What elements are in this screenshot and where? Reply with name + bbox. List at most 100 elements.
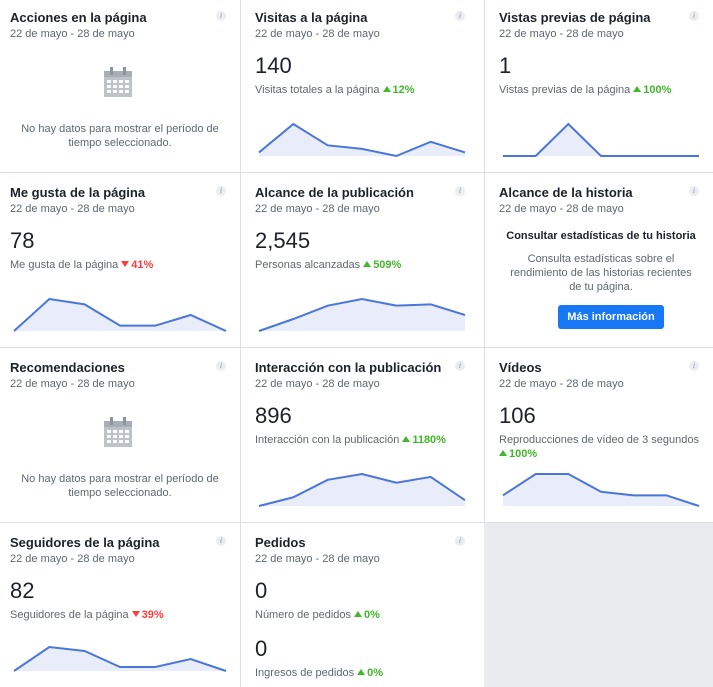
- no-data-message: No hay datos para mostrar el período de …: [0, 472, 240, 500]
- card-title: Pedidos: [255, 535, 306, 550]
- card-seguidores[interactable]: Seguidores de la página 22 de mayo - 28 …: [0, 525, 240, 687]
- sparkline-area: [503, 124, 699, 156]
- grid-divider: [484, 0, 485, 522]
- card-date: 22 de mayo - 28 de mayo: [10, 378, 135, 390]
- metric-label-text: Ingresos de pedidos: [255, 667, 355, 679]
- card-alcance-publicacion[interactable]: Alcance de la publicación 22 de mayo - 2…: [245, 175, 479, 347]
- card-interaccion[interactable]: Interacción con la publicación 22 de may…: [245, 350, 479, 522]
- card-title: Seguidores de la página: [10, 535, 160, 550]
- sparkline: [503, 122, 699, 157]
- sparkline: [258, 472, 466, 507]
- card-title: Me gusta de la página: [10, 185, 146, 200]
- card-date: 22 de mayo - 28 de mayo: [10, 28, 135, 40]
- orders-count-label: Número de pedidos 0%: [255, 609, 380, 621]
- card-acciones[interactable]: Acciones en la página 22 de mayo - 28 de…: [0, 0, 240, 172]
- grid-divider: [0, 347, 713, 348]
- card-vistas-previas[interactable]: Vistas previas de página 22 de mayo - 28…: [489, 0, 713, 172]
- metric-label-text: Número de pedidos: [255, 609, 352, 621]
- metric-label-text: Visitas totales a la página: [255, 84, 380, 96]
- info-icon[interactable]: i: [689, 11, 699, 21]
- card-date: 22 de mayo - 28 de mayo: [255, 378, 380, 390]
- card-title: Recomendaciones: [10, 360, 125, 375]
- metric-change: 100%: [509, 448, 538, 460]
- metric-change: 41%: [131, 259, 154, 271]
- metric-label: Seguidores de la página 39%: [10, 609, 164, 621]
- metric-change: 509%: [373, 259, 402, 271]
- metric-change: 0%: [364, 609, 380, 621]
- trend-down-icon: [121, 261, 130, 267]
- info-icon[interactable]: i: [689, 186, 699, 196]
- sparkline-area: [503, 474, 699, 506]
- trend-up-icon: [354, 611, 363, 617]
- calendar-icon: [104, 67, 132, 97]
- orders-revenue-label: Ingresos de pedidos 0%: [255, 667, 383, 679]
- card-date: 22 de mayo - 28 de mayo: [499, 378, 624, 390]
- metric-label: Interacción con la publicación 1180%: [255, 434, 446, 446]
- card-title: Alcance de la historia: [499, 185, 633, 200]
- metric-change: 1180%: [412, 434, 446, 446]
- orders-revenue-value: 0: [255, 636, 268, 661]
- sparkline: [258, 122, 466, 158]
- metric-label: Me gusta de la página 41%: [10, 259, 153, 271]
- info-icon[interactable]: i: [455, 11, 465, 21]
- sparkline-area: [259, 299, 465, 331]
- metric-change-row: 100%: [499, 448, 537, 460]
- card-date: 22 de mayo - 28 de mayo: [10, 553, 135, 565]
- trend-up-icon: [402, 436, 411, 442]
- trend-up-icon: [363, 261, 372, 267]
- info-icon[interactable]: i: [455, 361, 465, 371]
- trend-up-icon: [382, 86, 391, 92]
- metric-value: 106: [499, 403, 536, 428]
- no-data-line-2: tiempo seleccionado.: [68, 137, 172, 149]
- card-date: 22 de mayo - 28 de mayo: [255, 28, 380, 40]
- metric-value: 82: [10, 578, 35, 603]
- metric-label: Personas alcanzadas 509%: [255, 259, 401, 271]
- grid-divider: [0, 522, 713, 523]
- card-videos[interactable]: Vídeos 22 de mayo - 28 de mayo i 106 Rep…: [489, 350, 713, 522]
- card-pedidos[interactable]: Pedidos 22 de mayo - 28 de mayo i 0 Núme…: [245, 525, 479, 687]
- card-recomendaciones[interactable]: Recomendaciones 22 de mayo - 28 de mayo …: [0, 350, 240, 522]
- info-icon[interactable]: i: [689, 361, 699, 371]
- metric-change: 0%: [367, 667, 383, 679]
- calendar-icon: [104, 417, 132, 447]
- metric-value: 2,545: [255, 228, 311, 253]
- more-info-button[interactable]: Más información: [558, 305, 664, 329]
- metric-label-text: Seguidores de la página: [10, 609, 129, 621]
- grid-divider: [240, 0, 241, 687]
- info-icon[interactable]: i: [216, 361, 226, 371]
- sparkline: [502, 473, 700, 507]
- no-data-line-1: No hay datos para mostrar el período de: [21, 123, 219, 135]
- metric-change: 39%: [141, 609, 164, 621]
- card-alcance-historia[interactable]: Alcance de la historia 22 de mayo - 28 d…: [489, 175, 713, 347]
- story-heading: Consultar estadísticas de tu historia: [506, 230, 696, 242]
- metric-label: Visitas totales a la página 12%: [255, 84, 415, 96]
- card-date: 22 de mayo - 28 de mayo: [499, 203, 624, 215]
- card-title: Vistas previas de página: [499, 10, 651, 25]
- sparkline: [258, 297, 466, 332]
- sparkline: [13, 297, 227, 332]
- no-data-line-1: No hay datos para mostrar el período de: [21, 473, 219, 485]
- info-icon[interactable]: i: [216, 536, 226, 546]
- sparkline: [13, 645, 227, 672]
- metric-label: Vistas previas de la página 100%: [499, 84, 671, 96]
- trend-down-icon: [131, 611, 140, 617]
- insights-grid: Acciones en la página 22 de mayo - 28 de…: [0, 0, 713, 687]
- info-icon[interactable]: i: [455, 536, 465, 546]
- card-date: 22 de mayo - 28 de mayo: [255, 203, 380, 215]
- metric-change: 12%: [392, 84, 415, 96]
- info-icon[interactable]: i: [216, 186, 226, 196]
- card-visitas[interactable]: Visitas a la página 22 de mayo - 28 de m…: [245, 0, 479, 172]
- info-icon[interactable]: i: [455, 186, 465, 196]
- metric-value: 78: [10, 228, 35, 253]
- no-data-line-2: tiempo seleccionado.: [68, 487, 172, 499]
- info-icon[interactable]: i: [216, 11, 226, 21]
- card-date: 22 de mayo - 28 de mayo: [10, 203, 135, 215]
- metric-label-text: Me gusta de la página: [10, 259, 119, 271]
- card-title: Visitas a la página: [255, 10, 368, 25]
- metric-label: Reproducciones de vídeo de 3 segundos: [499, 434, 699, 446]
- grid-divider: [0, 172, 713, 173]
- no-data-message: No hay datos para mostrar el período de …: [0, 122, 240, 150]
- card-me-gusta[interactable]: Me gusta de la página 22 de mayo - 28 de…: [0, 175, 240, 347]
- metric-value: 140: [255, 53, 292, 78]
- metric-label-text: Interacción con la publicación: [255, 434, 400, 446]
